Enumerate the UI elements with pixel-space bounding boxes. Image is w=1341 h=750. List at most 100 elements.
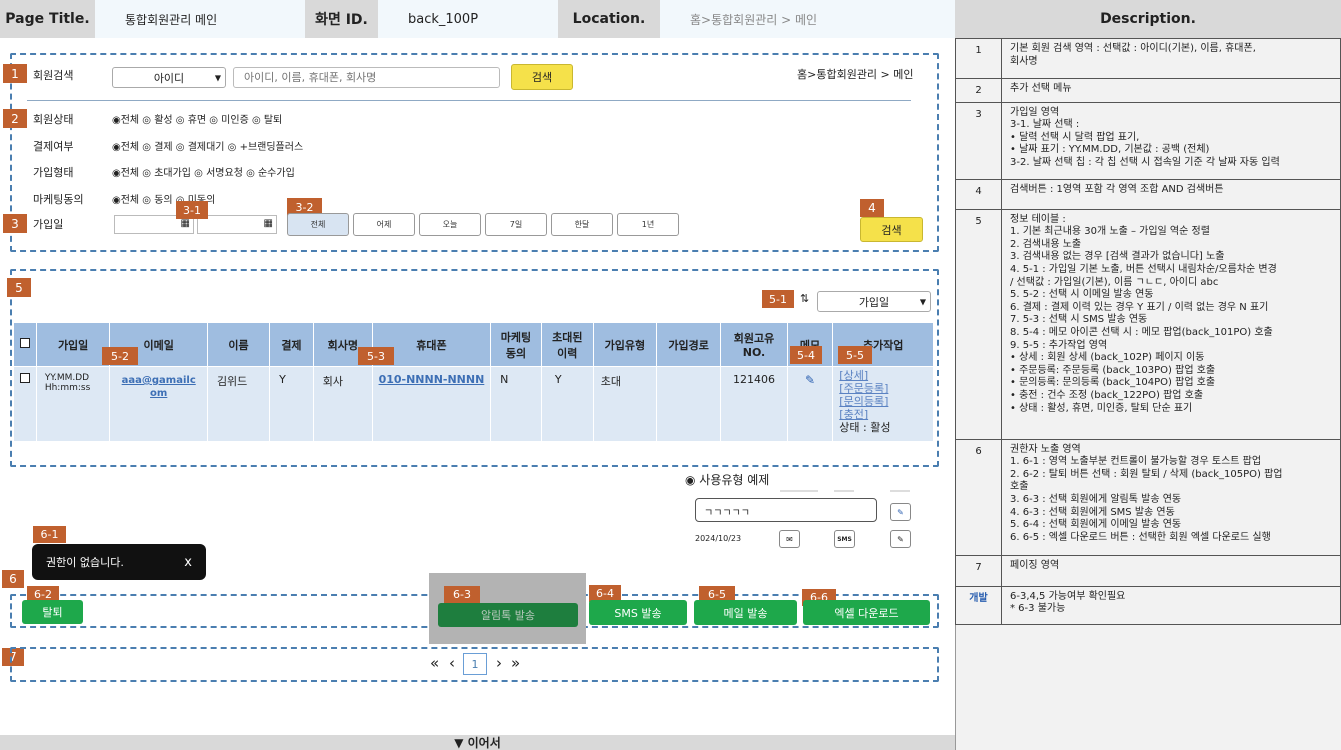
member-table: 가입일 이메일 이름 결제 회사명 휴대폰 마케팅 동의 초대된 이력 가입유형… (13, 322, 934, 442)
pencil-icon[interactable]: ✎ (890, 503, 911, 521)
marker-5-3: 5-3 (358, 347, 394, 365)
description-label: Description. (955, 0, 1341, 38)
phone-link[interactable]: 010-NNNN-NNNN (379, 373, 485, 386)
search-button[interactable]: 검색 (511, 64, 573, 90)
cell-payment: Y (269, 366, 314, 442)
desc-text: 권한자 노출 영역 1. 6-1 : 영역 노출부분 컨트롤이 불가능할 경우 … (1001, 438, 1341, 556)
header-join-date: 가입일 (35, 322, 111, 367)
marker-5-4: 5-4 (790, 346, 822, 364)
search-type-value: 아이디 (153, 71, 185, 85)
mail-send-button[interactable]: 메일 발송 (694, 600, 797, 625)
range-all-chip[interactable]: 전체 (287, 213, 349, 236)
usage-date: 2024/10/23 (695, 534, 742, 543)
action-detail-link[interactable]: [상세] (839, 369, 933, 382)
first-page-icon[interactable]: « (430, 654, 439, 672)
cell-marketing: N (490, 366, 542, 442)
search-label: 회원검색 (33, 69, 74, 82)
select-all-checkbox[interactable] (13, 322, 37, 367)
page-title-value: 통합회원관리 메인 (95, 0, 305, 38)
desc-number: 6 (955, 438, 1002, 556)
date-search-button[interactable]: 검색 (860, 217, 923, 242)
close-icon[interactable]: x (184, 555, 192, 570)
desc-text: 추가 선택 메뉴 (1001, 78, 1341, 103)
desc-text: 6-3,4,5 가능여부 확인필요 * 6-3 불가능 (1001, 585, 1341, 625)
marker-1: 1 (3, 64, 27, 83)
last-page-icon[interactable]: » (511, 654, 520, 672)
date-end-input[interactable]: ▦ (197, 215, 277, 234)
page-1-button[interactable]: 1 (463, 653, 487, 675)
cell-email[interactable]: aaa@gamailc om (109, 366, 208, 442)
marker-6: 6 (2, 570, 24, 588)
calendar-icon[interactable]: ▦ (264, 218, 273, 229)
search-input[interactable] (233, 67, 500, 88)
range-month-chip[interactable]: 한달 (551, 213, 613, 236)
join-date-label: 가입일 (33, 218, 64, 231)
desc-number: 4 (955, 178, 1002, 210)
filter-member-status-options[interactable]: ◉전체 ◎ 활성 ◎ 휴면 ◎ 미인증 ◎ 탈퇴 (112, 111, 282, 126)
screen-id-value: back_100P (378, 0, 558, 38)
desc-text: 페이징 영역 (1001, 554, 1341, 587)
usage-memo-input[interactable]: ㄱㄱㄱㄱㄱ (695, 498, 877, 522)
range-today-chip[interactable]: 오늘 (419, 213, 481, 236)
range-7days-chip[interactable]: 7일 (485, 213, 547, 236)
marker-6-1: 6-1 (33, 526, 66, 543)
usage-divider (890, 490, 910, 492)
sms-icon[interactable]: SMS (834, 530, 855, 548)
mail-icon[interactable]: ✉ (779, 530, 800, 548)
marker-5: 5 (7, 278, 31, 297)
withdraw-button[interactable]: 탈퇴 (22, 600, 83, 624)
desc-text: 검색버튼 : 1영역 포함 각 영역 조합 AND 검색버튼 (1001, 178, 1341, 210)
desc-number: 2 (955, 78, 1002, 103)
header-join-type: 가입유형 (592, 322, 658, 367)
marker-5-5: 5-5 (838, 346, 872, 364)
cell-phone[interactable]: 010-NNNN-NNNN (371, 366, 492, 442)
action-inquiry-link[interactable]: [문의등록] (839, 395, 933, 408)
desc-number: 개발 (955, 585, 1002, 625)
usage-title: ◉ 사용유형 예제 (685, 473, 770, 487)
range-year-chip[interactable]: 1년 (617, 213, 679, 236)
description-table: 1 기본 회원 검색 영역 : 선택값 : 아이디(기본), 이름, 휴대폰, 회… (955, 38, 1341, 625)
desc-text: 정보 테이블 : 1. 기본 최근내용 30개 노출 – 가입일 역순 정렬 2… (1001, 208, 1341, 440)
action-charge-link[interactable]: [충전] (839, 408, 933, 421)
cell-actions: [상세] [주문등록] [문의등록] [충전] 상태 : 활성 (832, 366, 934, 442)
chevron-down-icon: ▼ (919, 297, 926, 306)
email-link[interactable]: aaa@gamailc om (122, 375, 196, 399)
cell-invited: Y (540, 366, 594, 442)
marker-2: 2 (3, 109, 27, 128)
action-order-link[interactable]: [주문등록] (839, 382, 933, 395)
sort-select[interactable]: 가입일 ▼ (817, 291, 931, 312)
alimtalk-button[interactable]: 알림톡 발송 (438, 603, 578, 627)
toast-text: 권한이 없습니다. (46, 556, 124, 569)
marker-4: 4 (860, 199, 884, 217)
header-marketing: 마케팅 동의 (490, 322, 542, 367)
next-page-icon[interactable]: › (496, 654, 502, 672)
pencil-icon[interactable]: ✎ (890, 530, 911, 548)
marker-5-2: 5-2 (102, 347, 138, 365)
filter-marketing-label: 마케팅동의 (33, 193, 84, 206)
prev-page-icon[interactable]: ‹ (449, 654, 455, 672)
header-invited: 초대된 이력 (540, 322, 594, 367)
header-name: 이름 (206, 322, 271, 367)
header-member-no: 회원고유 NO. (720, 322, 788, 367)
range-yesterday-chip[interactable]: 어제 (353, 213, 415, 236)
chevron-down-icon: ▼ (214, 73, 221, 82)
location-value: 홈>통합회원관리 > 메인 (660, 0, 955, 38)
sms-send-button[interactable]: SMS 발송 (589, 600, 687, 625)
row-checkbox[interactable] (13, 366, 37, 442)
location-label: Location. (558, 0, 660, 38)
screen-id-label: 화면 ID. (305, 0, 378, 38)
cell-memo[interactable]: ✎ (786, 366, 834, 442)
calendar-icon[interactable]: ▦ (181, 218, 190, 229)
cell-join-type: 초대 (592, 366, 658, 442)
filter-payment-options[interactable]: ◉전체 ◎ 결제 ◎ 결제대기 ◎ +브랜딩플러스 (112, 138, 303, 153)
sort-arrows-icon[interactable]: ⇅ (800, 292, 809, 305)
header-join-path: 가입경로 (655, 322, 722, 367)
pencil-icon[interactable]: ✎ (805, 373, 815, 387)
marker-5-1: 5-1 (762, 290, 794, 308)
breadcrumb: 홈>통합회원관리 > 메인 (797, 68, 914, 81)
filter-member-status-label: 회원상태 (33, 113, 74, 126)
header-payment: 결제 (269, 322, 314, 367)
excel-download-button[interactable]: 엑셀 다운로드 (803, 600, 930, 625)
filter-join-type-options[interactable]: ◉전체 ◎ 초대가입 ◎ 서명요청 ◎ 순수가입 (112, 164, 295, 179)
search-type-select[interactable]: 아이디 ▼ (112, 67, 226, 88)
